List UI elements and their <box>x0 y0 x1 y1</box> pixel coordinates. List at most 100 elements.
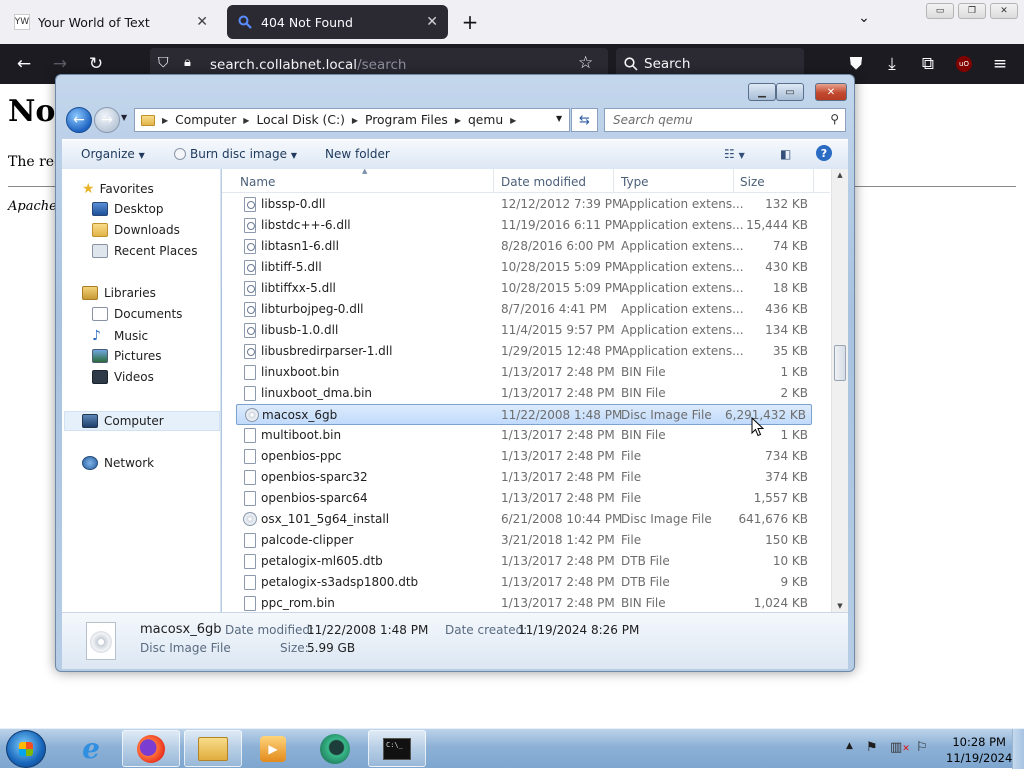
table-row-selected[interactable]: macosx_6gb 11/22/2008 1:48 PM Disc Image F… <box>236 404 812 425</box>
new-tab-button[interactable]: + <box>458 10 482 34</box>
recent-pages-dropdown-icon[interactable]: ▼ <box>121 113 127 122</box>
breadcrumb-arrow-icon[interactable]: ▶ <box>352 116 358 125</box>
explorer-back-button[interactable]: ← <box>66 107 92 133</box>
table-row[interactable]: multiboot.bin 1/13/2017 2:48 PM BIN File 1 … <box>222 425 830 446</box>
table-row[interactable]: libstdc++-6.dll 11/19/2016 6:11 PM Applica… <box>222 215 830 236</box>
table-row[interactable]: libusbredirparser-1.dll 1/29/2015 12:48 P… <box>222 341 830 362</box>
table-row[interactable]: petalogix-ml605.dtb 1/13/2017 2:48 PM DTB … <box>222 551 830 572</box>
window-minimize-button[interactable]: ▭ <box>926 3 954 19</box>
column-header-size[interactable]: Size <box>740 175 765 189</box>
file-explorer-taskbar-button[interactable] <box>184 730 242 767</box>
forward-arrow-icon[interactable]: → <box>48 52 72 76</box>
table-row[interactable]: openbios-sparc64 1/13/2017 2:48 PM File 1,5… <box>222 488 830 509</box>
column-divider[interactable] <box>613 169 614 193</box>
close-tab-icon[interactable]: ✕ <box>196 14 208 30</box>
table-row[interactable]: linuxboot.bin 1/13/2017 2:48 PM BIN File 1 … <box>222 362 830 383</box>
window-close-button[interactable]: ✕ <box>990 3 1018 19</box>
action-center-icon[interactable]: ⚑ <box>866 740 878 755</box>
nav-pictures[interactable]: Pictures <box>92 349 162 363</box>
firefox-taskbar-button[interactable] <box>122 730 180 767</box>
table-row[interactable]: osx_101_5g64_install 6/21/2008 10:44 PM Di… <box>222 509 830 530</box>
close-tab-icon[interactable]: ✕ <box>426 14 438 30</box>
lock-icon[interactable]: 🔒︎ <box>184 55 191 70</box>
breadcrumb-arrow-icon[interactable]: ▶ <box>455 116 461 125</box>
nav-documents[interactable]: Documents <box>92 307 182 321</box>
explorer-search-input[interactable]: Search qemu ⚲ <box>604 108 846 132</box>
back-arrow-icon[interactable]: ← <box>12 52 36 76</box>
menu-hamburger-icon[interactable]: ≡ <box>988 52 1012 76</box>
show-hidden-icons-icon[interactable]: ▲ <box>846 741 853 751</box>
help-icon[interactable]: ? <box>816 145 832 161</box>
media-player-taskbar-button[interactable]: ▶ <box>244 730 302 767</box>
scrollbar-thumb[interactable] <box>834 345 846 381</box>
volume-icon[interactable]: ⚐ <box>916 740 928 755</box>
globe-app-taskbar-button[interactable] <box>306 730 364 767</box>
table-row[interactable]: libtasn1-6.dll 8/28/2016 6:00 PM Applicati… <box>222 236 830 257</box>
explorer-address-bar[interactable]: ▶ Computer ▶ Local Disk (C:) ▶ Program F… <box>134 108 570 132</box>
table-row[interactable]: linuxboot_dma.bin 1/13/2017 2:48 PM BIN Fi… <box>222 383 830 404</box>
browser-tab-your-world-of-text[interactable]: YW Your World of Text ✕ <box>4 5 218 39</box>
vertical-scrollbar[interactable]: ▲ ▼ <box>831 169 848 612</box>
table-row[interactable]: ppc_rom.bin 1/13/2017 2:48 PM BIN File 1,02… <box>222 593 830 612</box>
breadcrumb-local-disk[interactable]: Local Disk (C:) <box>256 113 344 127</box>
breadcrumb-program-files[interactable]: Program Files <box>365 113 448 127</box>
nav-downloads[interactable]: Downloads <box>92 223 180 237</box>
column-header-name[interactable]: Name <box>240 175 275 189</box>
scroll-down-icon[interactable]: ▼ <box>832 602 848 610</box>
table-row[interactable]: libturbojpeg-0.dll 8/7/2016 4:41 PM Applic… <box>222 299 830 320</box>
ublock-origin-icon[interactable]: uO <box>952 52 976 76</box>
breadcrumb-qemu[interactable]: qemu <box>468 113 503 127</box>
nav-recent-places[interactable]: Recent Places <box>92 244 197 258</box>
table-row[interactable]: libtiff-5.dll 10/28/2015 5:09 PM Applicati… <box>222 257 830 278</box>
table-row[interactable]: petalogix-s3adsp1800.dtb 1/13/2017 2:48 P… <box>222 572 830 593</box>
refresh-icon[interactable]: ⇆ <box>571 108 598 132</box>
column-divider[interactable] <box>813 169 814 193</box>
column-header-date[interactable]: Date modified <box>501 175 586 189</box>
tracking-shield-icon[interactable]: ⛉ <box>158 55 169 71</box>
address-history-dropdown-icon[interactable]: ▼ <box>556 114 562 123</box>
pocket-icon[interactable]: ⛊ <box>844 52 868 76</box>
table-row[interactable]: libssp-0.dll 12/12/2012 7:39 PM Applicatio… <box>222 194 830 215</box>
nav-computer[interactable]: Computer <box>82 414 164 428</box>
extensions-icon[interactable]: ⧉ <box>916 52 940 76</box>
table-row[interactable]: openbios-ppc 1/13/2017 2:48 PM File 734 KB <box>222 446 830 467</box>
explorer-forward-button[interactable]: → <box>94 107 120 133</box>
change-view-icon[interactable]: ☷ ▼ <box>724 147 745 161</box>
column-divider[interactable] <box>733 169 734 193</box>
internet-explorer-taskbar-button[interactable]: e <box>62 730 120 767</box>
downloads-icon[interactable]: ⤓ <box>880 52 904 76</box>
column-header-type[interactable]: Type <box>621 175 649 189</box>
window-restore-button[interactable]: ❐ <box>958 3 986 19</box>
command-prompt-taskbar-button[interactable]: C:\_ <box>368 730 426 767</box>
scroll-up-icon[interactable]: ▲ <box>832 171 848 179</box>
show-desktop-button[interactable] <box>1012 729 1024 769</box>
nav-videos[interactable]: Videos <box>92 370 154 384</box>
nav-desktop[interactable]: Desktop <box>92 202 164 216</box>
table-row[interactable]: openbios-sparc32 1/13/2017 2:48 PM File 374… <box>222 467 830 488</box>
preview-pane-icon[interactable]: ◧ <box>780 147 791 161</box>
explorer-close-button[interactable]: ✕ <box>815 83 847 101</box>
nav-libraries[interactable]: Libraries <box>82 286 156 300</box>
breadcrumb-arrow-icon[interactable]: ▶ <box>510 116 516 125</box>
column-divider[interactable] <box>493 169 494 193</box>
browser-tab-404[interactable]: 404 Not Found ✕ <box>227 5 448 39</box>
nav-music[interactable]: ♪ Music <box>92 328 148 344</box>
new-folder-button[interactable]: New folder <box>325 147 390 161</box>
burn-disc-image-button[interactable]: Burn disc image ▼ <box>174 147 297 161</box>
table-row[interactable]: libusb-1.0.dll 11/4/2015 9:57 PM Applicati… <box>222 320 830 341</box>
explorer-minimize-button[interactable]: ▁ <box>748 83 776 101</box>
system-clock[interactable]: 10:28 PM 11/19/2024 <box>946 734 1012 766</box>
breadcrumb-arrow-icon[interactable]: ▶ <box>243 116 249 125</box>
explorer-maximize-button[interactable]: ▭ <box>776 83 804 101</box>
table-row[interactable]: palcode-clipper 3/21/2018 1:42 PM File 150 … <box>222 530 830 551</box>
nav-favorites[interactable]: ★ Favorites <box>82 181 154 197</box>
network-status-icon[interactable]: ▥✕ <box>890 740 910 755</box>
url-text[interactable]: search.collabnet.local/search <box>210 57 406 73</box>
organize-button[interactable]: Organize ▼ <box>81 147 145 161</box>
reload-icon[interactable]: ↻ <box>84 52 108 76</box>
table-row[interactable]: libtiffxx-5.dll 10/28/2015 5:09 PM Applica… <box>222 278 830 299</box>
start-button[interactable] <box>6 730 46 768</box>
bookmark-star-icon[interactable]: ☆ <box>578 53 593 73</box>
nav-network[interactable]: Network <box>82 456 154 470</box>
breadcrumb-arrow-icon[interactable]: ▶ <box>162 116 168 125</box>
